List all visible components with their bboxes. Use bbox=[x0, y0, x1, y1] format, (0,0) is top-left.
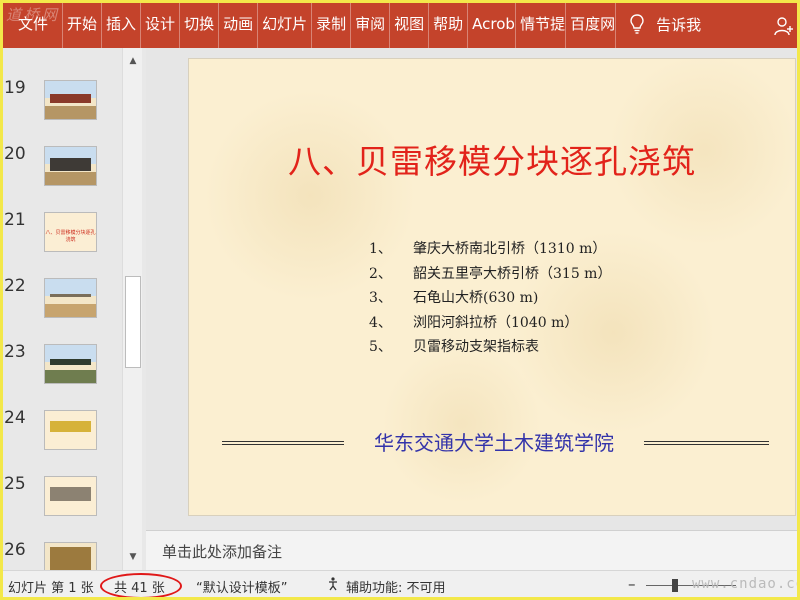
tab-slideshow[interactable]: 幻灯片 bbox=[258, 0, 313, 48]
slide-preview bbox=[44, 476, 97, 516]
slide-thumbnail-19[interactable]: 19 bbox=[0, 78, 122, 144]
slide-preview bbox=[44, 542, 97, 570]
accessibility-icon bbox=[326, 576, 342, 596]
current-slide[interactable]: 八、贝雷移模分块逐孔浇筑 1、 肇庆大桥南北引桥（1310 m） 2、 韶关五里亭大… bbox=[188, 58, 796, 516]
footer-divider-right bbox=[644, 441, 769, 445]
tab-acrobat[interactable]: Acrobat bbox=[468, 0, 517, 48]
slide-preview bbox=[44, 146, 97, 186]
tab-help[interactable]: 帮助 bbox=[429, 0, 469, 48]
status-template[interactable]: “默认设计模板” bbox=[196, 577, 287, 596]
slide-thumbnail-26[interactable]: 26 bbox=[0, 540, 122, 570]
slide-number: 22 bbox=[4, 276, 26, 296]
notes-pane[interactable]: 单击此处添加备注 bbox=[146, 530, 800, 570]
zoom-slider-knob[interactable] bbox=[672, 579, 678, 592]
slide-number: 26 bbox=[4, 540, 26, 560]
zoom-out-button[interactable]: – bbox=[628, 575, 636, 593]
tab-insert[interactable]: 插入 bbox=[102, 0, 142, 48]
tab-storyboard[interactable]: 情节提要 bbox=[516, 0, 567, 48]
tab-design[interactable]: 设计 bbox=[141, 0, 181, 48]
scroll-up-arrow-icon[interactable]: ▲ bbox=[123, 52, 143, 70]
slide-number: 21 bbox=[4, 210, 26, 230]
slide-preview bbox=[44, 80, 97, 120]
slide-number: 25 bbox=[4, 474, 26, 494]
slide-preview bbox=[44, 278, 97, 318]
list-item: 3、 石龟山大桥(630 m) bbox=[369, 290, 539, 306]
slide-number: 24 bbox=[4, 408, 26, 428]
status-slide-position[interactable]: 幻灯片 第 1 张 bbox=[8, 577, 94, 596]
lightbulb-icon[interactable] bbox=[620, 0, 654, 48]
share-person-icon[interactable] bbox=[774, 16, 794, 36]
ribbon-bar: 道桥网 文件 开始 插入 设计 切换 动画 幻灯片 录制 审阅 视图 帮助 Ac… bbox=[0, 0, 800, 48]
list-item: 1、 肇庆大桥南北引桥（1310 m） bbox=[369, 241, 607, 257]
thumbnail-scrollbar[interactable]: ▲ ▼ bbox=[122, 48, 142, 570]
slide-thumbnail-20[interactable]: 20 bbox=[0, 144, 122, 210]
slide-title[interactable]: 八、贝雷移模分块逐孔浇筑 bbox=[189, 135, 795, 183]
slide-footer-institution: 华东交通大学土木建筑学院 bbox=[374, 431, 614, 455]
watermark: 道桥网 bbox=[6, 6, 61, 24]
scroll-down-arrow-icon[interactable]: ▼ bbox=[123, 548, 143, 566]
tab-transitions[interactable]: 切换 bbox=[180, 0, 220, 48]
tell-me-search[interactable]: 告诉我 bbox=[656, 14, 701, 35]
slide-thumbnail-22[interactable]: 22 bbox=[0, 276, 122, 342]
tab-baidu-netdisk[interactable]: 百度网盘 bbox=[566, 0, 617, 48]
list-item: 5、 贝雷移动支架指标表 bbox=[369, 339, 539, 355]
footer-divider-left bbox=[222, 441, 344, 445]
slide-thumbnail-21[interactable]: 21 八、贝雷移模分块逐孔浇筑 bbox=[0, 210, 122, 276]
tab-record[interactable]: 录制 bbox=[312, 0, 352, 48]
site-watermark: www.cndao.com bbox=[692, 576, 800, 592]
slide-number: 19 bbox=[4, 78, 26, 98]
slide-editor: 八、贝雷移模分块逐孔浇筑 1、 肇庆大桥南北引桥（1310 m） 2、 韶关五里亭大… bbox=[146, 48, 800, 530]
tab-view[interactable]: 视图 bbox=[390, 0, 430, 48]
slide-thumbnail-24[interactable]: 24 bbox=[0, 408, 122, 474]
status-accessibility[interactable]: 辅助功能: 不可用 bbox=[346, 577, 446, 596]
status-slide-total: 共 41 张 bbox=[114, 581, 165, 596]
status-bar: 幻灯片 第 1 张 共 41 张 “默认设计模板” 辅助功能: 不可用 – ww… bbox=[0, 570, 800, 600]
slide-preview bbox=[44, 344, 97, 384]
slide-preview bbox=[44, 410, 97, 450]
slide-thumbnail-23[interactable]: 23 bbox=[0, 342, 122, 408]
list-item: 4、 浏阳河斜拉桥（1040 m） bbox=[369, 314, 579, 331]
slide-thumbnail-25[interactable]: 25 bbox=[0, 474, 122, 540]
list-item: 2、 韶关五里亭大桥引桥（315 m） bbox=[369, 265, 612, 282]
scroll-thumb[interactable] bbox=[125, 276, 141, 368]
tab-review[interactable]: 审阅 bbox=[351, 0, 391, 48]
notes-placeholder[interactable]: 单击此处添加备注 bbox=[162, 541, 282, 562]
tab-animations[interactable]: 动画 bbox=[219, 0, 259, 48]
slide-number: 20 bbox=[4, 144, 26, 164]
tab-home[interactable]: 开始 bbox=[63, 0, 103, 48]
slide-number: 23 bbox=[4, 342, 26, 362]
slide-content-list[interactable]: 1、 肇庆大桥南北引桥（1310 m） 2、 韶关五里亭大桥引桥（315 m） 3、… bbox=[369, 237, 611, 360]
slide-preview: 八、贝雷移模分块逐孔浇筑 bbox=[44, 212, 97, 252]
